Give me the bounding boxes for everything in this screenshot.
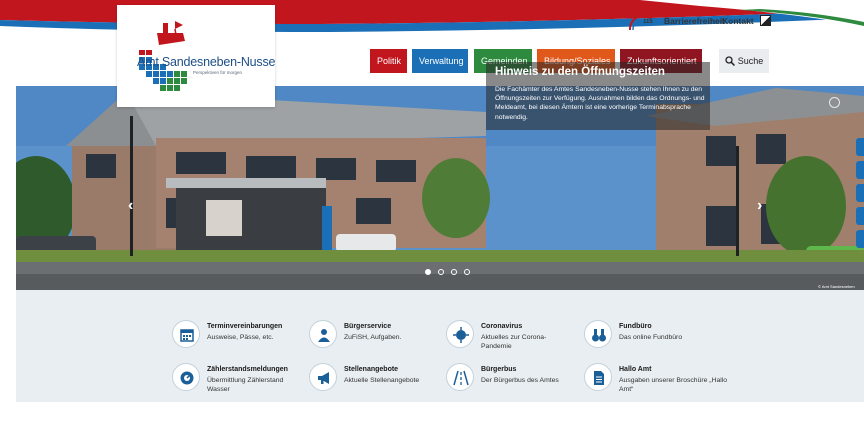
quick-link-subtitle: Ausweise, Pässe, etc. — [207, 334, 274, 341]
calendar-icon — [172, 320, 200, 348]
slider-pause-button[interactable] — [829, 97, 840, 108]
quick-link-subtitle: Ausgaben unserer Broschüre „Hallo Amt“ — [619, 377, 728, 393]
virus-icon — [446, 320, 474, 348]
contrast-toggle-icon[interactable] — [760, 15, 771, 26]
nav-verwaltung[interactable]: Verwaltung — [412, 49, 468, 73]
slider-next-arrow-icon[interactable]: › — [757, 197, 762, 215]
quick-link-buergerservice[interactable]: Bürgerservice ZuFiSH, Aufgaben. — [309, 320, 439, 352]
binoculars-icon — [584, 320, 612, 348]
quick-link-title: Bürgerservice — [344, 323, 392, 330]
quick-link-subtitle: Das online Fundbüro — [619, 334, 683, 341]
quick-link-title: Zählerstandsmeldungen — [207, 366, 288, 373]
slider-dot-4[interactable] — [464, 269, 470, 275]
people-icon — [309, 320, 337, 348]
logo-name: Amt Sandesneben-Nusse — [137, 55, 276, 69]
quick-link-title: Fundbüro — [619, 323, 652, 330]
slider-prev-arrow-icon[interactable]: ‹ — [128, 197, 133, 215]
quick-link-title: Hallo Amt — [619, 366, 652, 373]
kontakt-link[interactable]: Kontakt — [722, 16, 754, 26]
side-widget-1[interactable] — [856, 138, 864, 156]
side-widget-5[interactable] — [856, 230, 864, 248]
quick-link-title: Terminvereinbarungen — [207, 323, 283, 330]
search-button[interactable]: Suche — [719, 49, 769, 73]
logo-tagline: Perspektiven für morgen — [193, 70, 243, 75]
side-widget-3[interactable] — [856, 184, 864, 202]
behoerdennummer-label: 115 — [643, 19, 653, 25]
document-icon — [584, 363, 612, 391]
quick-link-subtitle: Aktuelles zur Corona-Pandemie — [481, 334, 547, 350]
meter-icon — [172, 363, 200, 391]
side-widget-4[interactable] — [856, 207, 864, 225]
quick-link-title: Bürgerbus — [481, 366, 517, 373]
search-icon — [725, 56, 735, 66]
quick-link-fundbuero[interactable]: Fundbüro Das online Fundbüro — [584, 320, 714, 352]
quick-link-subtitle: ZuFiSH, Aufgaben. — [344, 334, 402, 341]
quick-link-subtitle: Aktuelle Stellenangebote — [344, 377, 420, 384]
quick-link-hallo-amt[interactable]: Hallo Amt Ausgaben unserer Broschüre „Ha… — [584, 363, 727, 395]
quick-link-subtitle: Der Bürgerbus des Amtes — [481, 377, 559, 384]
barrierefreiheit-link[interactable]: Barrierefreiheit — [664, 16, 725, 26]
quick-link-zaehlerstandsmeldungen[interactable]: Zählerstandsmeldungen Übermittlung Zähle… — [172, 363, 302, 395]
hero-notice-text: Die Fachämter des Amtes Sandesneben-Nuss… — [495, 86, 705, 121]
quick-link-stellenangebote[interactable]: Stellenangebote Aktuelle Stellenangebote — [309, 363, 439, 395]
quick-link-title: Stellenangebote — [344, 366, 399, 373]
slider-pagination — [425, 269, 470, 275]
side-widget-bar — [856, 138, 864, 253]
slider-dot-1[interactable] — [425, 269, 431, 275]
site-logo[interactable]: Amt Sandesneben-Nusse Perspektiven für m… — [117, 5, 275, 107]
road-icon — [446, 363, 474, 391]
megaphone-icon — [309, 363, 337, 391]
hero-notice-title: Hinweis zu den Öffnungszeiten — [495, 66, 665, 78]
quick-link-title: Coronavirus — [481, 323, 523, 330]
slider-dot-2[interactable] — [438, 269, 444, 275]
quick-link-buergerbus[interactable]: Bürgerbus Der Bürgerbus des Amtes — [446, 363, 576, 395]
hero-building-photo — [16, 86, 864, 290]
slider-dot-3[interactable] — [451, 269, 457, 275]
side-widget-2[interactable] — [856, 161, 864, 179]
quick-link-coronavirus[interactable]: Coronavirus Aktuelles zur Corona-Pandemi… — [446, 320, 576, 360]
quick-link-subtitle: Übermittlung Zählerstand Wasser — [207, 377, 284, 393]
quick-link-terminvereinbarungen[interactable]: Terminvereinbarungen Ausweise, Pässe, et… — [172, 320, 302, 352]
search-label: Suche — [737, 56, 764, 66]
quick-links-section: Terminvereinbarungen Ausweise, Pässe, et… — [16, 290, 864, 402]
photo-copyright: © Amt Sandesneben — [818, 284, 855, 289]
nav-politik[interactable]: Politik — [370, 49, 407, 73]
hero-slider: © Amt Sandesneben — [16, 86, 864, 290]
